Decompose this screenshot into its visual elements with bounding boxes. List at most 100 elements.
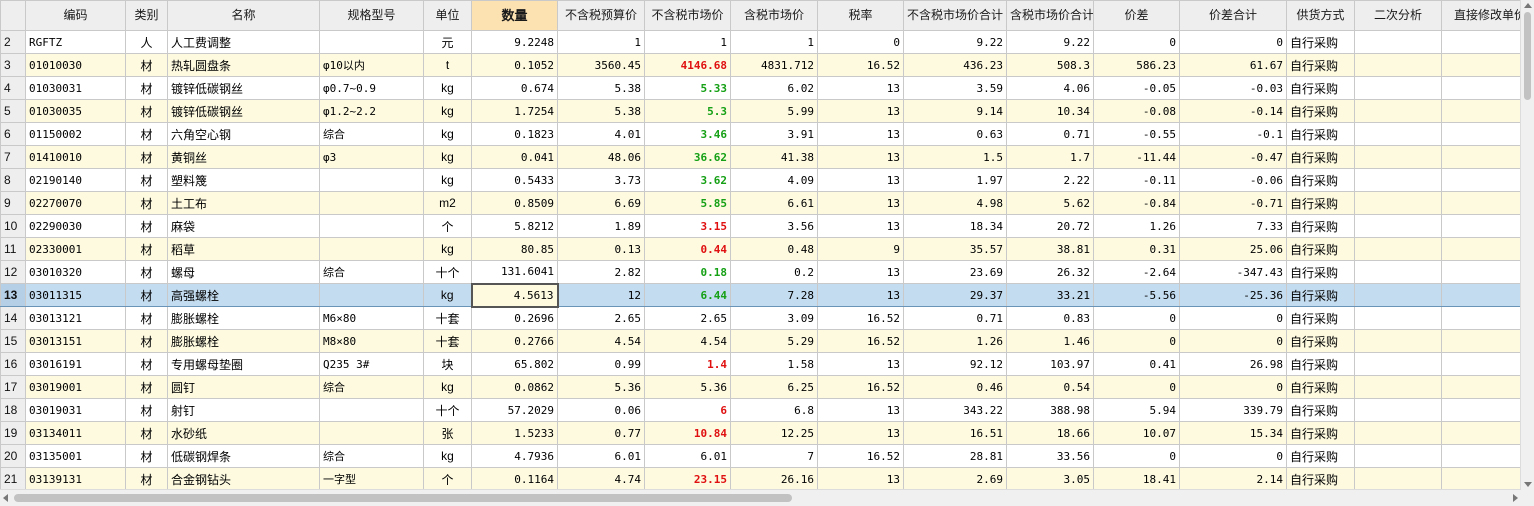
cell-supply-mode[interactable]: 自行采购 — [1286, 421, 1355, 445]
cell-unit[interactable]: kg — [423, 237, 472, 261]
cell-quantity[interactable]: 9.2248 — [471, 30, 558, 54]
cell-tax-rate[interactable]: 0 — [817, 30, 904, 54]
cell-pretax-market-total[interactable]: 9.22 — [903, 30, 1007, 54]
cell-tax-rate[interactable]: 13 — [817, 214, 904, 238]
cell-taxed-market-total[interactable]: 3.05 — [1006, 467, 1094, 490]
cell-row-number[interactable]: 7 — [0, 145, 26, 169]
cell-unit[interactable]: kg — [423, 99, 472, 123]
cell-pretax-budget-price[interactable]: 3.73 — [557, 168, 645, 192]
cell-row-number[interactable]: 14 — [0, 306, 26, 330]
cell-unit[interactable]: kg — [423, 375, 472, 399]
vertical-scrollbar[interactable] — [1520, 0, 1534, 490]
cell-taxed-market-price[interactable]: 26.16 — [730, 467, 818, 490]
cell-pretax-market-total[interactable]: 3.59 — [903, 76, 1007, 100]
scroll-left-arrow-icon[interactable] — [3, 494, 8, 502]
vertical-scroll-thumb[interactable] — [1524, 12, 1531, 100]
cell-taxed-market-price[interactable]: 1.58 — [730, 352, 818, 376]
cell-pretax-market-price[interactable]: 5.3 — [644, 99, 731, 123]
header-direct-edit-price[interactable]: 直接修改单价 — [1441, 0, 1521, 31]
cell-taxed-market-price[interactable]: 4831.712 — [730, 53, 818, 77]
header-pretax-budget-price[interactable]: 不含税预算价 — [557, 0, 645, 31]
header-taxed-market-price[interactable]: 含税市场价 — [730, 0, 818, 31]
cell-price-diff-total[interactable]: 7.33 — [1179, 214, 1287, 238]
header-row-number[interactable] — [0, 0, 26, 31]
table-row[interactable]: 15 03013151 材膨胀螺栓 M8×80 十套 0.2766 4.54 4.54 5.29… — [0, 329, 1521, 353]
cell-name[interactable]: 热轧圆盘条 — [167, 53, 320, 77]
cell-unit[interactable]: 个 — [423, 467, 472, 490]
header-price-diff[interactable]: 价差 — [1093, 0, 1180, 31]
cell-tax-rate[interactable]: 16.52 — [817, 444, 904, 468]
table-row[interactable]: 3 01010030 材热轧圆盘条 φ10以内 t 0.1052 3560.45 4146.6… — [0, 53, 1521, 77]
cell-quantity[interactable]: 0.1823 — [471, 122, 558, 146]
cell-price-diff-total[interactable]: 26.98 — [1179, 352, 1287, 376]
cell-unit[interactable]: 十套 — [423, 329, 472, 353]
cell-pretax-market-price[interactable]: 0.44 — [644, 237, 731, 261]
cell-price-diff[interactable]: -0.05 — [1093, 76, 1180, 100]
cell-row-number[interactable]: 20 — [0, 444, 26, 468]
cell-row-number[interactable]: 8 — [0, 168, 26, 192]
cell-name[interactable]: 螺母 — [167, 260, 320, 284]
cell-direct-edit-price[interactable] — [1441, 306, 1521, 330]
cell-quantity[interactable]: 80.85 — [471, 237, 558, 261]
cell-spec[interactable]: 综合 — [319, 375, 424, 399]
cell-taxed-market-price[interactable]: 0.48 — [730, 237, 818, 261]
cell-category[interactable]: 材 — [125, 421, 168, 445]
cell-supply-mode[interactable]: 自行采购 — [1286, 444, 1355, 468]
table-row[interactable]: 11 02330001 材稻草 kg 80.85 0.13 0.44 0.48 9 35.57 38… — [0, 237, 1521, 261]
cell-direct-edit-price[interactable] — [1441, 421, 1521, 445]
cell-price-diff[interactable]: 586.23 — [1093, 53, 1180, 77]
cell-tax-rate[interactable]: 13 — [817, 398, 904, 422]
cell-tax-rate[interactable]: 13 — [817, 352, 904, 376]
cell-category[interactable]: 材 — [125, 168, 168, 192]
cell-name[interactable]: 低碳钢焊条 — [167, 444, 320, 468]
cell-code[interactable]: 03013151 — [25, 329, 126, 353]
cell-price-diff[interactable]: 1.26 — [1093, 214, 1180, 238]
cell-pretax-market-total[interactable]: 92.12 — [903, 352, 1007, 376]
cell-price-diff-total[interactable]: 0 — [1179, 306, 1287, 330]
cell-tax-rate[interactable]: 13 — [817, 168, 904, 192]
cell-price-diff-total[interactable]: -0.03 — [1179, 76, 1287, 100]
cell-name[interactable]: 高强螺栓 — [167, 283, 320, 307]
cell-price-diff[interactable]: 18.41 — [1093, 467, 1180, 490]
cell-taxed-market-total[interactable]: 18.66 — [1006, 421, 1094, 445]
cell-quantity[interactable]: 0.5433 — [471, 168, 558, 192]
cell-price-diff-total[interactable]: 0 — [1179, 30, 1287, 54]
cell-direct-edit-price[interactable] — [1441, 30, 1521, 54]
cell-secondary-analysis[interactable] — [1354, 352, 1442, 376]
table-row[interactable]: 5 01030035 材镀锌低碳钢丝 φ1.2~2.2 kg 1.7254 5.38 5.3 5… — [0, 99, 1521, 123]
cell-price-diff[interactable]: -0.84 — [1093, 191, 1180, 215]
cell-tax-rate[interactable]: 16.52 — [817, 329, 904, 353]
header-quantity[interactable]: 数量 — [471, 0, 558, 31]
cell-name[interactable]: 合金钢钻头 — [167, 467, 320, 490]
table-row[interactable]: 2 RGFTZ 人人工费调整元 9.2248 1 1 1 0 9.22 9.22 0 0 自行采购 — [0, 30, 1521, 54]
cell-secondary-analysis[interactable] — [1354, 237, 1442, 261]
cell-secondary-analysis[interactable] — [1354, 191, 1442, 215]
cell-secondary-analysis[interactable] — [1354, 76, 1442, 100]
header-spec[interactable]: 规格型号 — [319, 0, 424, 31]
cell-pretax-budget-price[interactable]: 2.82 — [557, 260, 645, 284]
cell-category[interactable]: 材 — [125, 306, 168, 330]
cell-spec[interactable] — [319, 191, 424, 215]
cell-taxed-market-price[interactable]: 6.61 — [730, 191, 818, 215]
cell-taxed-market-price[interactable]: 0.2 — [730, 260, 818, 284]
cell-spec[interactable] — [319, 214, 424, 238]
cell-name[interactable]: 塑料篾 — [167, 168, 320, 192]
cell-pretax-budget-price[interactable]: 0.99 — [557, 352, 645, 376]
cell-category[interactable]: 材 — [125, 398, 168, 422]
cell-secondary-analysis[interactable] — [1354, 53, 1442, 77]
cell-price-diff-total[interactable]: 15.34 — [1179, 421, 1287, 445]
table-row[interactable]: 19 03134011 材水砂纸 张 1.5233 0.77 10.84 12.25 13 16.… — [0, 421, 1521, 445]
cell-taxed-market-total[interactable]: 0.83 — [1006, 306, 1094, 330]
header-taxed-market-total[interactable]: 含税市场价合计 — [1006, 0, 1094, 31]
cell-quantity[interactable]: 131.6041 — [471, 260, 558, 284]
cell-row-number[interactable]: 12 — [0, 260, 26, 284]
cell-spec[interactable] — [319, 283, 424, 307]
cell-quantity[interactable]: 0.041 — [471, 145, 558, 169]
cell-tax-rate[interactable]: 13 — [817, 76, 904, 100]
cell-taxed-market-price[interactable]: 3.09 — [730, 306, 818, 330]
cell-code[interactable]: 01030035 — [25, 99, 126, 123]
cell-code[interactable]: 03019001 — [25, 375, 126, 399]
cell-supply-mode[interactable]: 自行采购 — [1286, 260, 1355, 284]
cell-pretax-market-price[interactable]: 3.15 — [644, 214, 731, 238]
cell-pretax-market-price[interactable]: 4146.68 — [644, 53, 731, 77]
